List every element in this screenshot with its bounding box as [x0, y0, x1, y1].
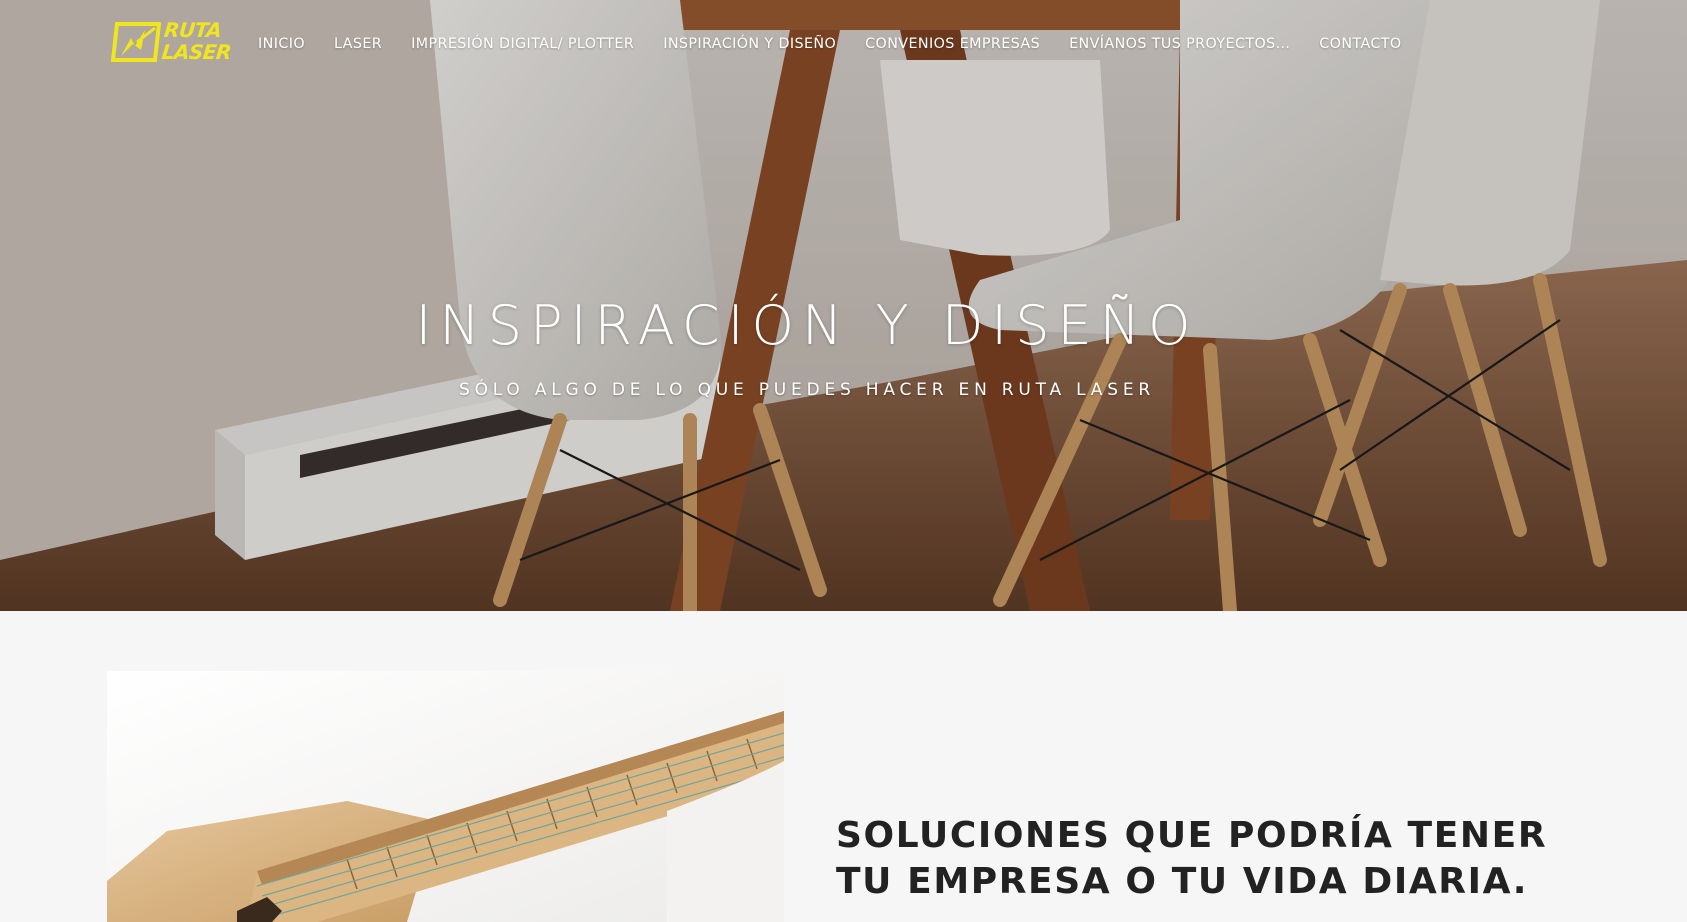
top-navigation: RUTA LASER INICIO LASER IMPRESIÓN DIGITA…	[0, 0, 1687, 92]
laser-burst-icon	[111, 22, 161, 62]
section-heading-line2: TU EMPRESA O TU VIDA DIARIA.	[836, 861, 1529, 902]
nav-item-envianos[interactable]: ENVÍANOS TUS PROYECTOS…	[1069, 36, 1290, 52]
page-subtitle: SÓLO ALGO DE LO QUE PUEDES HACER EN RUTA…	[459, 380, 1155, 400]
guitar-illustration	[107, 671, 784, 922]
section-heading-line1: SOLUCIONES QUE PODRÍA TENER	[836, 815, 1548, 856]
main-menu: INICIO LASER IMPRESIÓN DIGITAL/ PLOTTER …	[258, 36, 1431, 52]
nav-item-contacto[interactable]: CONTACTO	[1319, 36, 1401, 52]
nav-item-inspiracion[interactable]: INSPIRACIÓN Y DISEÑO	[663, 36, 836, 52]
nav-item-impresion-digital[interactable]: IMPRESIÓN DIGITAL/ PLOTTER	[411, 36, 634, 52]
hero-banner: RUTA LASER INICIO LASER IMPRESIÓN DIGITA…	[0, 0, 1687, 611]
nav-item-inicio[interactable]: INICIO	[258, 36, 305, 52]
nav-item-convenios[interactable]: CONVENIOS EMPRESAS	[865, 36, 1040, 52]
laser-cut-guitar-photo	[107, 671, 784, 922]
logo-wordmark: RUTA LASER	[160, 18, 235, 64]
logo-text-laser: LASER	[160, 40, 233, 64]
logo-text-ruta: RUTA	[162, 18, 223, 42]
section-heading: SOLUCIONES QUE PODRÍA TENER TU EMPRESA O…	[836, 813, 1596, 905]
content-section: SOLUCIONES QUE PODRÍA TENER TU EMPRESA O…	[0, 611, 1687, 922]
nav-item-laser[interactable]: LASER	[334, 36, 382, 52]
site-logo[interactable]: RUTA LASER	[111, 18, 232, 68]
page-title: INSPIRACIÓN Y DISEÑO	[415, 294, 1199, 357]
